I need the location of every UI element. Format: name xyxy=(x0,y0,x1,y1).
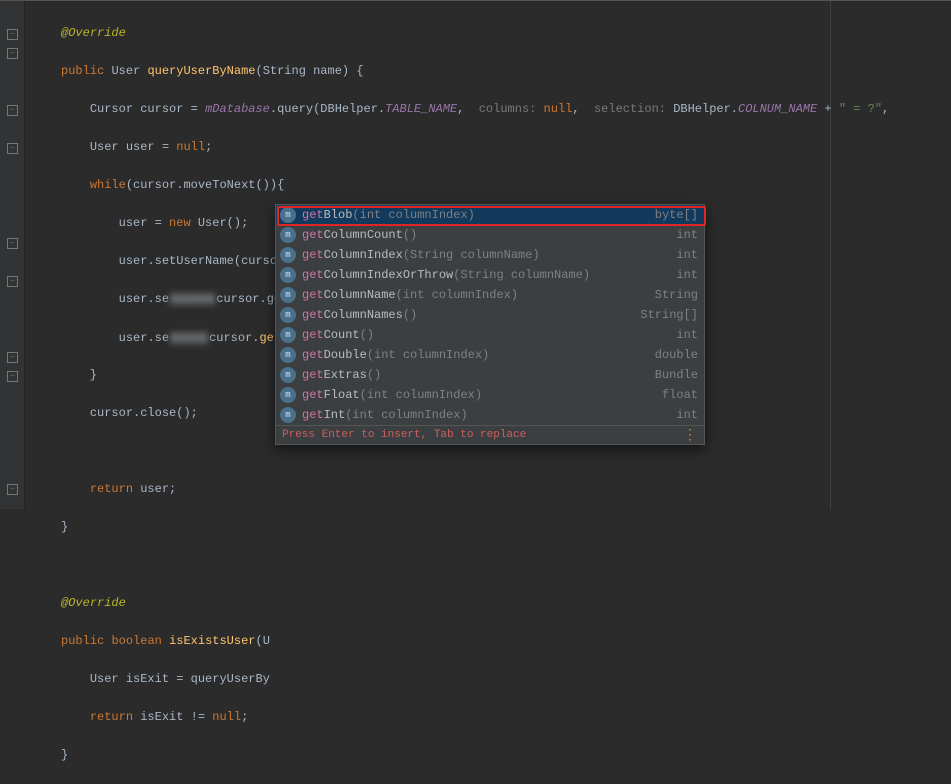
method-icon: m xyxy=(280,267,296,283)
fold-marker[interactable] xyxy=(7,29,18,40)
method-icon: m xyxy=(280,347,296,363)
autocomplete-item[interactable]: mgetCount()int xyxy=(276,325,704,345)
method-icon: m xyxy=(280,287,296,303)
autocomplete-item[interactable]: mgetFloat(int columnIndex)float xyxy=(276,385,704,405)
fold-marker[interactable] xyxy=(7,105,18,116)
fold-marker[interactable] xyxy=(7,143,18,154)
method-icon: m xyxy=(280,307,296,323)
method-icon: m xyxy=(280,327,296,343)
annotation-override: @Override xyxy=(61,26,126,40)
autocomplete-item[interactable]: mgetColumnCount()int xyxy=(276,225,704,245)
fold-marker[interactable] xyxy=(7,352,18,363)
autocomplete-item[interactable]: mgetColumnNames()String[] xyxy=(276,305,704,325)
fold-marker[interactable] xyxy=(7,276,18,287)
method-icon: m xyxy=(280,407,296,423)
method-icon: m xyxy=(280,247,296,263)
autocomplete-item[interactable]: mgetColumnIndexOrThrow(String columnName… xyxy=(276,265,704,285)
fold-marker[interactable] xyxy=(7,238,18,249)
method-icon: m xyxy=(280,207,296,223)
popup-hint-text: Press Enter to insert, Tab to replace xyxy=(282,429,526,441)
autocomplete-popup[interactable]: mgetBlob(int columnIndex)byte[]mgetColum… xyxy=(275,204,705,445)
autocomplete-item[interactable]: mgetExtras()Bundle xyxy=(276,365,704,385)
autocomplete-item[interactable]: mgetColumnIndex(String columnName)int xyxy=(276,245,704,265)
gutter xyxy=(0,1,25,509)
method-icon: m xyxy=(280,367,296,383)
autocomplete-item[interactable]: mgetDouble(int columnIndex)double xyxy=(276,345,704,365)
autocomplete-item[interactable]: mgetInt(int columnIndex)int xyxy=(276,405,704,425)
fold-marker[interactable] xyxy=(7,48,18,59)
autocomplete-item[interactable]: mgetBlob(int columnIndex)byte[] xyxy=(276,205,704,225)
popup-menu-icon[interactable]: ⋮ xyxy=(683,427,698,444)
method-icon: m xyxy=(280,387,296,403)
autocomplete-item[interactable]: mgetColumnName(int columnIndex)String xyxy=(276,285,704,305)
method-icon: m xyxy=(280,227,296,243)
popup-hint-bar: Press Enter to insert, Tab to replace ⋮ xyxy=(276,425,704,444)
fold-marker[interactable] xyxy=(7,484,18,495)
fold-marker[interactable] xyxy=(7,371,18,382)
